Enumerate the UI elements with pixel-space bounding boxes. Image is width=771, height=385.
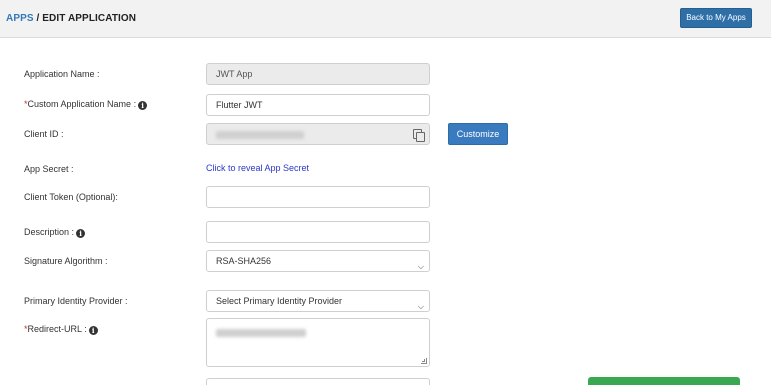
description-input[interactable] xyxy=(206,221,430,243)
redirect-url-redacted xyxy=(216,328,306,337)
description-label: Description :i xyxy=(24,227,86,238)
custom-application-name-input[interactable]: Flutter JWT xyxy=(206,94,430,116)
client-token-label: Client Token (Optional): xyxy=(24,192,118,202)
back-to-my-apps-button[interactable]: Back to My Apps xyxy=(680,8,752,28)
client-id-redacted xyxy=(216,130,304,139)
signature-algorithm-label: Signature Algorithm : xyxy=(24,256,108,266)
redirect-url-label: *Redirect-URL :i xyxy=(24,324,98,335)
signature-algorithm-select[interactable]: RSA-SHA256 ⌵ xyxy=(206,250,430,272)
application-name-field: JWT App xyxy=(206,63,430,85)
application-name-label: Application Name : xyxy=(24,69,100,79)
chevron-down-icon: ⌵ xyxy=(417,302,424,311)
breadcrumb-apps-link[interactable]: APPS xyxy=(6,13,34,24)
breadcrumb: APPS / EDIT APPLICATION xyxy=(6,13,136,24)
redirect-url-textarea[interactable] xyxy=(206,318,430,367)
primary-identity-provider-value: Select Primary Identity Provider xyxy=(216,296,343,306)
header-bar: APPS / EDIT APPLICATION Back to My Apps xyxy=(0,0,771,38)
primary-identity-provider-select[interactable]: Select Primary Identity Provider ⌵ xyxy=(206,290,430,312)
next-field-partial[interactable] xyxy=(206,378,430,385)
chevron-down-icon: ⌵ xyxy=(417,262,424,271)
custom-application-name-label: *Custom Application Name :i xyxy=(24,99,148,110)
custom-application-name-label-text: Custom Application Name : xyxy=(27,99,137,109)
client-id-label: Client ID : xyxy=(24,129,64,139)
info-icon[interactable]: i xyxy=(138,101,148,110)
client-id-field xyxy=(206,123,430,145)
info-icon[interactable]: i xyxy=(76,229,86,238)
breadcrumb-separator: / xyxy=(33,13,43,24)
reveal-app-secret-link[interactable]: Click to reveal App Secret xyxy=(206,163,309,173)
signature-algorithm-value: RSA-SHA256 xyxy=(216,256,272,266)
info-icon[interactable]: i xyxy=(88,326,98,335)
client-token-input[interactable] xyxy=(206,186,430,208)
resize-handle-icon[interactable] xyxy=(421,358,427,364)
copy-icon[interactable] xyxy=(413,129,425,142)
primary-identity-provider-label: Primary Identity Provider : xyxy=(24,296,128,306)
customize-button[interactable]: Customize xyxy=(448,123,508,145)
description-label-text: Description : xyxy=(24,227,75,237)
breadcrumb-current: EDIT APPLICATION xyxy=(42,13,137,24)
app-secret-label: App Secret : xyxy=(24,164,74,174)
save-button-partial[interactable] xyxy=(588,377,740,385)
redirect-url-label-text: Redirect-URL : xyxy=(27,324,87,334)
